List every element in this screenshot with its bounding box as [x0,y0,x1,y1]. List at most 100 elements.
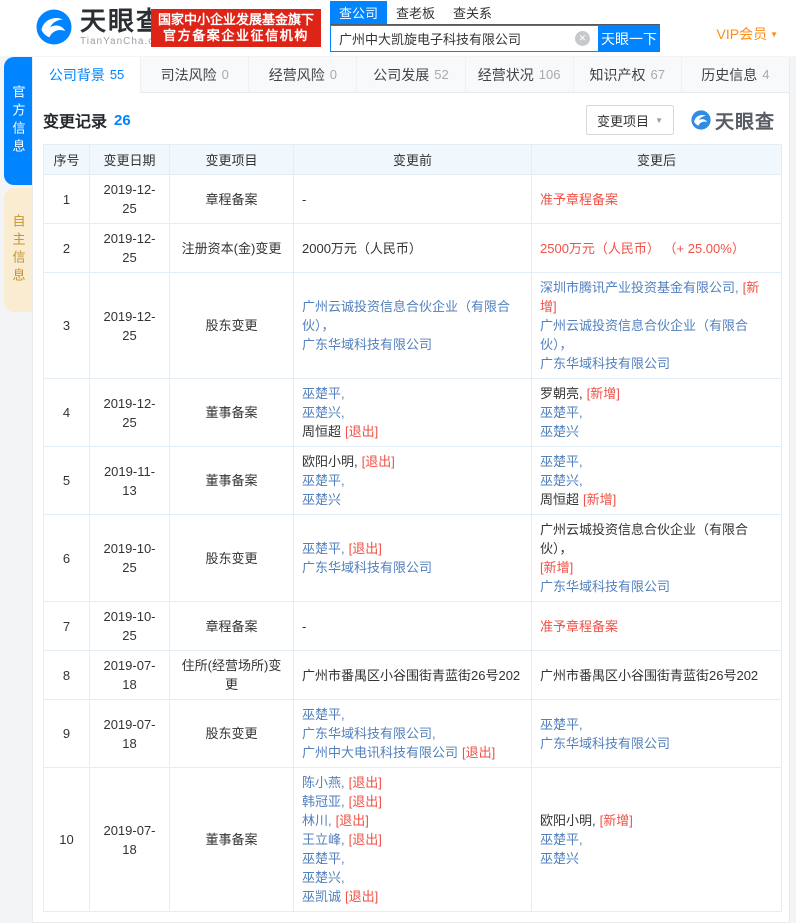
entity-link[interactable]: 深圳市腾讯产业投资基金有限公司, [540,280,739,295]
entity-link[interactable]: 巫楚兴 [540,424,579,439]
change-status-tag: [退出] [335,813,369,828]
nav-tab-label: 经营风险 [268,66,325,83]
after-change-cell: 深圳市腾讯产业投资基金有限公司, [新增] 广州云诚投资信息合伙企业（有限合伙）， 广… [531,272,782,379]
side-info-tabs: 官方信息 自主信息 [4,57,32,315]
chevron-down-icon: ▼ [655,115,663,125]
vip-member-menu[interactable]: VIP会员 ▼ [717,24,779,44]
entity-link[interactable]: 巫楚兴 [540,851,579,866]
change-line: 广东华域科技有限公司 [540,354,773,373]
change-line: 王立峰, [退出] [302,830,523,849]
entity-link[interactable]: 巫楚平, [540,454,583,469]
change-line: 巫楚平, [540,452,773,471]
entity-link[interactable]: 巫楚平, [540,717,583,732]
entity-link[interactable]: 林川, [302,813,332,828]
change-line: 林川, [退出] [302,811,523,830]
section-title: 变更记录 [43,114,108,131]
tab-operation-status[interactable]: 经营状况 106 [464,57,573,93]
tab-judicial-risk[interactable]: 司法风险 0 [140,57,249,93]
table-header-row: 序号 变更日期 变更项目 变更前 变更后 [43,144,782,175]
entity-link[interactable]: 巫楚平, [302,541,345,556]
entity-link[interactable]: 广东华域科技有限公司 [540,579,670,594]
entity-text: - [302,191,307,207]
section-count-badge: 26 [114,111,131,129]
entity-link[interactable]: 广州云诚投资信息合伙企业（有限合伙）， [302,299,510,333]
entity-link[interactable]: 广东华域科技有限公司 [540,356,670,371]
entity-link[interactable]: 广东华域科技有限公司, [302,726,436,741]
entity-link[interactable]: 巫楚平, [302,473,345,488]
entity-link[interactable]: 巫楚兴 [302,492,341,507]
change-line: 巫楚兴, [302,868,523,887]
change-line: 巫楚兴 [540,849,773,868]
change-line: 巫凯诚 [退出] [302,887,523,906]
filter-label: 变更项目 [597,113,650,129]
entity-link[interactable]: 巫楚平, [302,851,345,866]
tab-history-info[interactable]: 历史信息 4 [680,57,789,93]
tab-company-development[interactable]: 公司发展 52 [356,57,465,93]
entity-link[interactable]: 巫楚兴, [302,405,345,420]
search-tab-boss[interactable]: 查老板 [387,1,444,24]
row-number-cell: 1 [43,174,90,224]
change-status-tag: [退出] [348,832,382,847]
after-change-cell: 巫楚平, 巫楚兴, 周恒超 [新增] [531,446,782,515]
entity-link[interactable]: 巫楚平, [302,386,345,401]
entity-link[interactable]: 王立峰, [302,832,345,847]
row-number-cell: 6 [43,514,90,602]
after-change-cell: 广州市番禺区小谷围街青蓝街26号202 [531,650,782,700]
change-status-tag: [新增] [599,813,633,828]
entity-link[interactable]: 广州中大电讯科技有限公司 [302,745,458,760]
search-tab-relation[interactable]: 查关系 [444,1,501,24]
tab-operation-risk[interactable]: 经营风险 0 [248,57,357,93]
before-change-cell: 巫楚平, 巫楚兴, 周恒超 [退出] [293,378,532,447]
entity-link[interactable]: 巫楚兴, [302,870,345,885]
entity-link[interactable]: 巫楚兴, [540,473,583,488]
side-tab-self-info[interactable]: 自主信息 [4,188,32,312]
entity-text: - [302,618,307,634]
change-line: 巫楚兴, [302,403,523,422]
nav-tab-label: 知识产权 [589,66,646,83]
entity-link[interactable]: 巫楚平, [302,707,345,722]
change-item-filter-dropdown[interactable]: 变更项目 ▼ [586,105,674,135]
change-line: 深圳市腾讯产业投资基金有限公司, [新增] [540,278,773,316]
change-item-cell: 股东变更 [169,272,294,379]
change-date-cell: 2019-12-25 [89,272,170,379]
entity-link[interactable]: 韩冠亚, [302,794,345,809]
clear-search-icon[interactable]: ✕ [575,31,590,46]
before-change-cell: - [293,174,532,224]
entity-link[interactable]: 广州云诚投资信息合伙企业（有限合伙）， [540,318,748,352]
change-line: 周恒超 [新增] [540,490,773,509]
nav-tab-count: 52 [434,67,449,82]
side-tab-label: 官方信息 [10,85,26,157]
official-credit-badge: 国家中小企业发展基金旗下 官方备案企业征信机构 [151,9,322,47]
search-button[interactable]: 天眼一下 [598,25,660,52]
entity-link[interactable]: 广东华域科技有限公司 [302,560,432,575]
change-status-tag: [新增] [583,492,617,507]
before-change-cell: 巫楚平, [退出] 广东华域科技有限公司 [293,514,532,602]
search-tab-company[interactable]: 查公司 [330,1,388,24]
entity-link[interactable]: 巫楚平, [540,832,583,847]
change-status-tag: [退出] [348,775,382,790]
table-row: 8 2019-07-18 住所(经营场所)变更 广州市番禺区小谷围街青蓝街26号202… [43,650,782,700]
entity-text: 2000万元（人民币） [302,240,422,256]
entity-link[interactable]: 巫楚平, [540,405,583,420]
change-line: 巫楚兴 [302,490,523,509]
change-line: 罗朝亮, [新增] [540,384,773,403]
table-row: 6 2019-10-25 股东变更 巫楚平, [退出] 广东华域科技有限公司 广州云城投资信… [43,514,782,602]
change-line: 巫楚兴 [540,422,773,441]
change-line: 巫楚平, [302,384,523,403]
change-status-tag: [退出] [348,794,382,809]
nav-tab-count: 0 [329,67,337,82]
before-change-cell: 广州市番禺区小谷围街青蓝街26号202 [293,650,532,700]
row-number-cell: 9 [43,699,90,768]
entity-link[interactable]: 巫凯诚 [302,889,341,904]
tab-company-background[interactable]: 公司背景 55 [33,57,141,93]
entity-link[interactable]: 陈小燕, [302,775,345,790]
tianyancha-logo[interactable]: 天眼查 TianYanCha.com [34,7,170,47]
change-line: 巫楚平, [540,403,773,422]
entity-link[interactable]: 广东华域科技有限公司 [540,736,670,751]
company-search-input[interactable] [330,25,598,52]
after-change-cell: 欧阳小明, [新增] 巫楚平, 巫楚兴 [531,767,782,912]
tab-intellectual-property[interactable]: 知识产权 67 [572,57,681,93]
change-line: 巫楚平, [302,471,523,490]
side-tab-official-info[interactable]: 官方信息 [4,57,32,185]
entity-link[interactable]: 广东华域科技有限公司 [302,337,432,352]
